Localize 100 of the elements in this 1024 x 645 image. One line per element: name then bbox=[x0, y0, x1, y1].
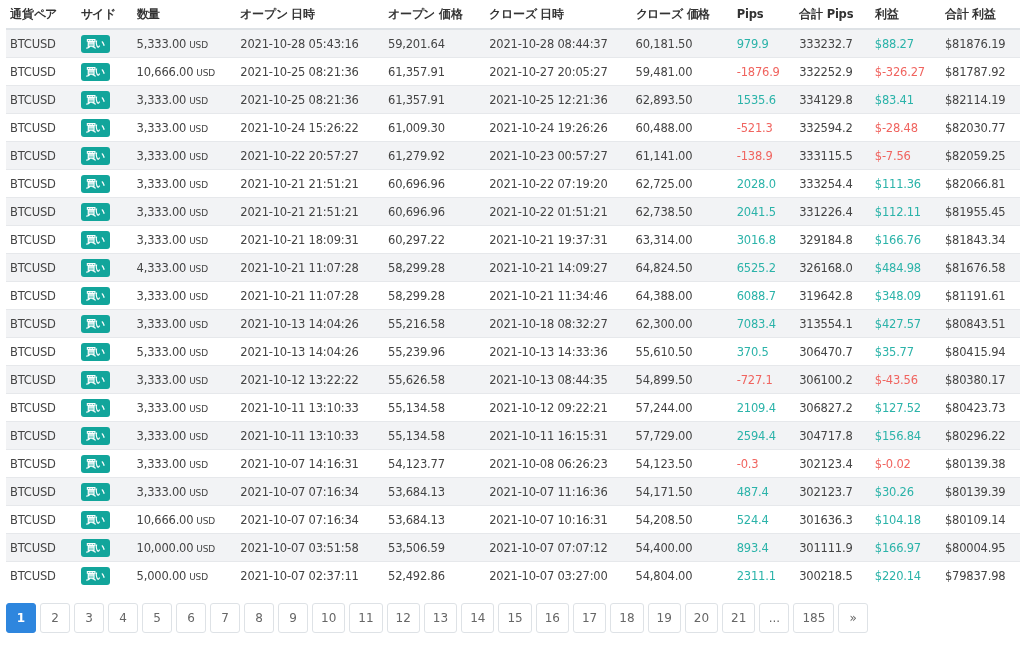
side-badge: 買い bbox=[80, 62, 111, 81]
pair-text: BTCUSD bbox=[10, 176, 56, 191]
side-badge: 買い bbox=[80, 454, 111, 473]
pips-text: 333115.5 bbox=[799, 148, 853, 163]
page-button[interactable]: 7 bbox=[210, 603, 240, 633]
page-button[interactable]: 14 bbox=[461, 603, 495, 633]
unit-text: USD bbox=[196, 515, 215, 526]
date-text: 2021-10-11 13:10:33 bbox=[240, 428, 359, 443]
pips-text: 326168.0 bbox=[799, 260, 853, 275]
profit-text: $81676.58 bbox=[945, 260, 1006, 275]
date-text: 2021-10-07 14:16:31 bbox=[240, 456, 359, 471]
page-button[interactable]: 6 bbox=[176, 603, 206, 633]
page-button[interactable]: 5 bbox=[142, 603, 172, 633]
page-button[interactable]: 20 bbox=[684, 603, 719, 633]
date-text: 2021-10-21 18:09:31 bbox=[240, 232, 359, 247]
unit-text: USD bbox=[196, 543, 215, 554]
unit-text: USD bbox=[189, 179, 208, 190]
quantity-text: 4,333.00 bbox=[136, 260, 187, 275]
quantity-text: 3,333.00 bbox=[136, 120, 187, 135]
pips-text: 893.4 bbox=[736, 540, 769, 555]
pips-text: 7083.4 bbox=[736, 316, 776, 331]
page-button[interactable]: 2 bbox=[40, 603, 70, 633]
page-button[interactable]: 12 bbox=[386, 603, 420, 633]
page-button[interactable]: 15 bbox=[498, 603, 532, 633]
page-button[interactable]: 1 bbox=[6, 603, 36, 633]
page-button[interactable]: 4 bbox=[108, 603, 138, 633]
page-button[interactable]: 185 bbox=[793, 603, 835, 633]
date-text: 2021-10-07 10:16:31 bbox=[489, 512, 608, 527]
date-text: 2021-10-13 14:04:26 bbox=[240, 316, 359, 331]
page-button[interactable]: 17 bbox=[572, 603, 607, 633]
profit-text: $80296.22 bbox=[945, 428, 1006, 443]
profit-text: $80380.17 bbox=[945, 372, 1006, 387]
pips-text: 2041.5 bbox=[736, 204, 776, 219]
unit-text: USD bbox=[196, 67, 215, 78]
date-text: 2021-10-07 07:16:34 bbox=[240, 512, 359, 527]
pips-text: 524.4 bbox=[736, 512, 769, 527]
page-button[interactable]: 3 bbox=[74, 603, 104, 633]
date-text: 2021-10-25 12:21:36 bbox=[489, 92, 608, 107]
date-text: 2021-10-28 05:43:16 bbox=[240, 36, 359, 51]
page-button[interactable]: » bbox=[838, 603, 869, 633]
page-button[interactable]: 13 bbox=[423, 603, 458, 633]
pips-text: 332594.2 bbox=[799, 120, 853, 135]
page-button[interactable]: 21 bbox=[722, 603, 756, 633]
side-badge: 買い bbox=[80, 314, 111, 333]
quantity-text: 3,333.00 bbox=[136, 232, 187, 247]
page-button[interactable]: 9 bbox=[278, 603, 308, 633]
pips-text: 302123.4 bbox=[799, 456, 853, 471]
unit-text: USD bbox=[189, 571, 208, 582]
date-text: 2021-10-13 14:33:36 bbox=[489, 344, 608, 359]
date-text: 2021-10-07 07:16:34 bbox=[240, 484, 359, 499]
profit-text: $81787.92 bbox=[945, 64, 1006, 79]
price-text: 62,725.00 bbox=[635, 176, 693, 191]
profit-text: $82114.19 bbox=[945, 92, 1006, 107]
pair-text: BTCUSD bbox=[10, 456, 56, 471]
profit-text: $88.27 bbox=[874, 36, 914, 51]
profit-text: $-43.56 bbox=[874, 372, 918, 387]
quantity-text: 3,333.00 bbox=[136, 92, 187, 107]
price-text: 53,684.13 bbox=[388, 512, 445, 527]
page-button[interactable]: 8 bbox=[244, 603, 274, 633]
date-text: 2021-10-21 19:37:31 bbox=[489, 232, 608, 247]
price-text: 54,899.50 bbox=[635, 372, 693, 387]
side-badge: 買い bbox=[80, 202, 111, 221]
side-badge: 買い bbox=[80, 286, 111, 305]
date-text: 2021-10-24 15:26:22 bbox=[240, 120, 359, 135]
pair-text: BTCUSD bbox=[10, 400, 56, 415]
price-text: 54,804.00 bbox=[635, 568, 693, 583]
date-text: 2021-10-21 11:07:28 bbox=[240, 260, 359, 275]
date-text: 2021-10-22 07:19:20 bbox=[489, 176, 608, 191]
pair-text: BTCUSD bbox=[10, 512, 56, 527]
side-badge: 買い bbox=[80, 90, 111, 109]
profit-text: $82059.25 bbox=[945, 148, 1006, 163]
date-text: 2021-10-22 20:57:27 bbox=[240, 148, 359, 163]
pips-text: 333254.4 bbox=[799, 176, 853, 191]
unit-text: USD bbox=[189, 319, 208, 330]
pair-text: BTCUSD bbox=[10, 484, 56, 499]
unit-text: USD bbox=[189, 487, 208, 498]
page-button[interactable]: 19 bbox=[647, 603, 681, 633]
quantity-text: 10,666.00 bbox=[136, 512, 194, 527]
unit-text: USD bbox=[189, 375, 208, 386]
profit-text: $30.26 bbox=[874, 484, 914, 499]
date-text: 2021-10-11 16:15:31 bbox=[489, 428, 608, 443]
page-button[interactable]: 16 bbox=[535, 603, 569, 633]
page-button[interactable]: ... bbox=[759, 603, 790, 633]
pair-text: BTCUSD bbox=[10, 428, 56, 443]
page-button[interactable]: 10 bbox=[312, 603, 346, 633]
page-button[interactable]: 11 bbox=[349, 603, 383, 633]
date-text: 2021-10-07 02:37:11 bbox=[240, 568, 359, 583]
page-button[interactable]: 18 bbox=[610, 603, 644, 633]
profit-text: $80109.14 bbox=[945, 512, 1006, 527]
side-badge: 買い bbox=[80, 482, 111, 501]
quantity-text: 3,333.00 bbox=[136, 176, 187, 191]
date-text: 2021-10-18 08:32:27 bbox=[489, 316, 608, 331]
pips-text: 302123.7 bbox=[799, 484, 853, 499]
date-text: 2021-10-28 08:44:37 bbox=[489, 36, 608, 51]
pips-text: 332252.9 bbox=[799, 64, 853, 79]
pips-text: 3016.8 bbox=[736, 232, 776, 247]
price-text: 61,009.30 bbox=[388, 120, 445, 135]
pips-text: -138.9 bbox=[736, 148, 773, 163]
date-text: 2021-10-25 08:21:36 bbox=[240, 92, 359, 107]
quantity-text: 5,333.00 bbox=[136, 344, 187, 359]
